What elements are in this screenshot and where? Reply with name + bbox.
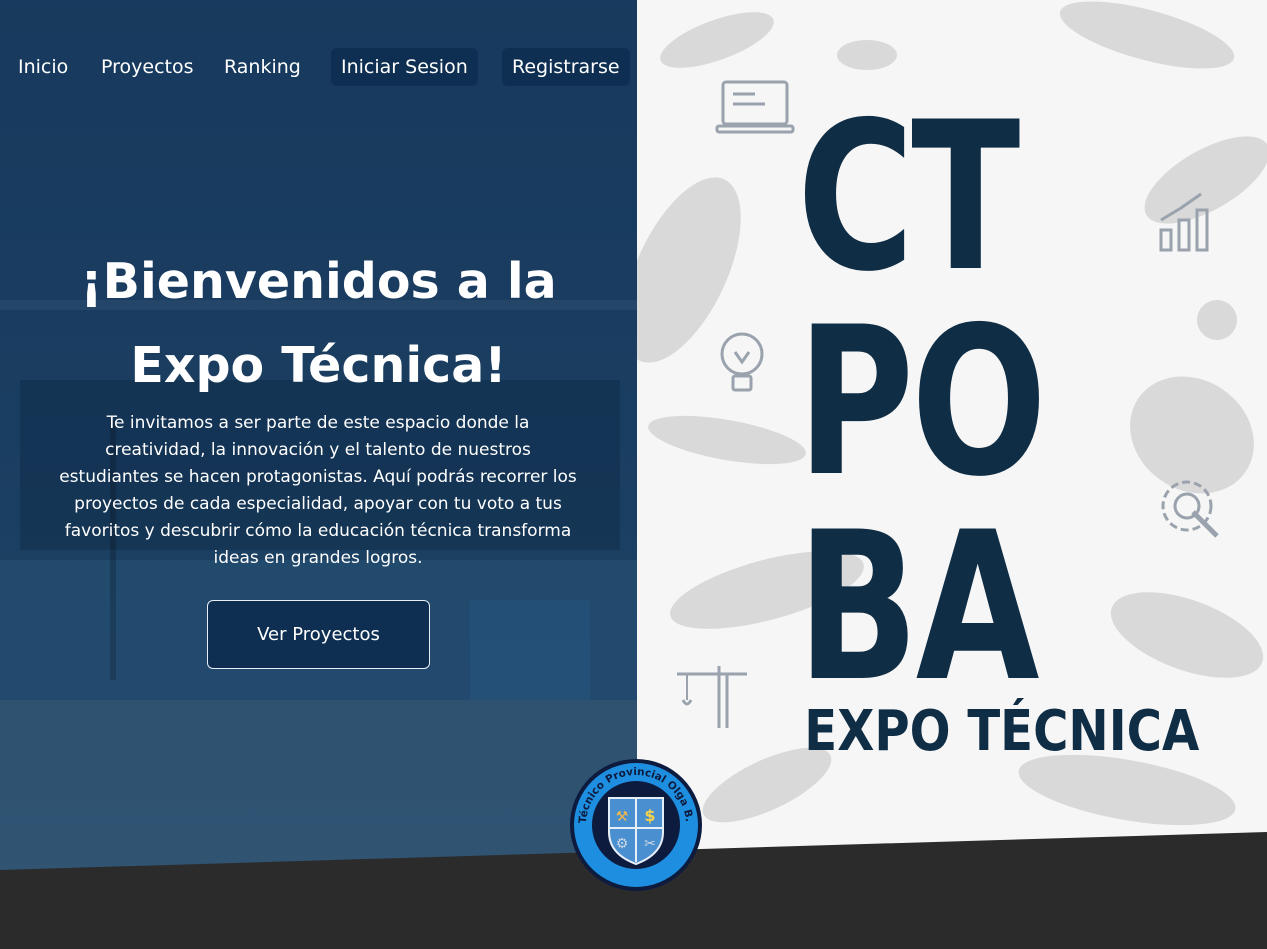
hero-title-line2: Expo Técnica! (130, 337, 507, 394)
lightbulb-icon (720, 332, 764, 392)
hero-panel: Inicio Proyectos Ranking Iniciar Sesion … (0, 0, 637, 949)
paint-splatter (837, 40, 897, 70)
poster-letters: CT PO BA (797, 96, 1047, 711)
seal-hammer-icon: ⚒ (616, 809, 629, 825)
paint-splatter (1197, 300, 1237, 340)
paint-splatter (644, 406, 810, 474)
register-button[interactable]: Registrarse (502, 48, 630, 86)
poster-letters-row1: CT (797, 79, 1020, 317)
poster-letters-row3: BA (797, 489, 1040, 727)
poster-letters-row2: PO (797, 284, 1047, 522)
poster-subtitle: EXPO TÉCNICA (804, 699, 1200, 764)
hero-title: ¡Bienvenidos a la Expo Técnica! (20, 240, 617, 408)
view-projects-button[interactable]: Ver Proyectos (207, 600, 430, 669)
laptop-icon (715, 80, 795, 134)
hero-intro-text: Te invitamos a ser parte de este espacio… (59, 413, 577, 568)
background-snow-ground (0, 700, 637, 880)
nav-link-ranking[interactable]: Ranking (224, 48, 301, 86)
paint-splatter (653, 0, 781, 80)
bar-chart-icon (1159, 192, 1209, 252)
nav-link-inicio[interactable]: Inicio (18, 48, 68, 86)
hero-title-line1: ¡Bienvenidos a la (80, 253, 557, 310)
nav-link-proyectos[interactable]: Proyectos (101, 48, 194, 86)
paint-splatter (1099, 574, 1267, 696)
school-seal-logo: Colegio Técnico Provincial Olga B. de Ar… (569, 758, 702, 891)
paint-splatter (1053, 0, 1241, 83)
crane-icon (677, 666, 747, 728)
poster-panel: CT PO BA EXPO TÉCNICA (637, 0, 1267, 949)
top-navigation: Inicio Proyectos Ranking Iniciar Sesion … (0, 48, 637, 86)
seal-dollar-icon: $ (644, 806, 655, 825)
seal-tools-icon: ✂ (644, 836, 656, 852)
gear-wrench-icon (1161, 480, 1219, 538)
background-railing (470, 600, 590, 700)
seal-gear-icon: ⚙ (616, 836, 629, 852)
login-button[interactable]: Iniciar Sesion (331, 48, 478, 86)
